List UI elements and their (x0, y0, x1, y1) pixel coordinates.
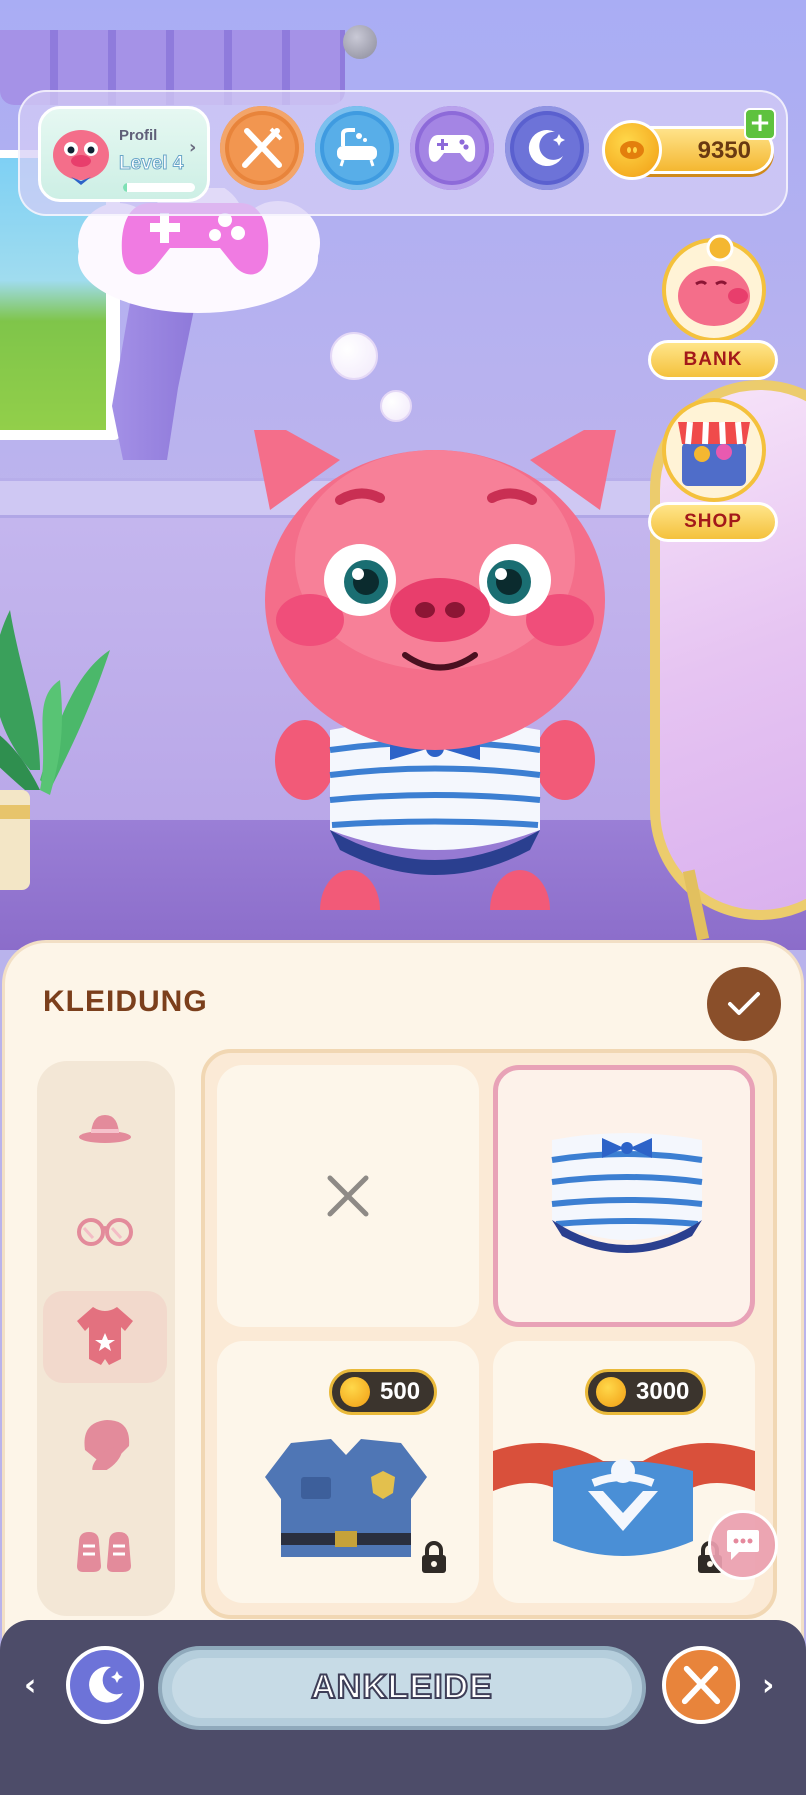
bathtub-icon (337, 128, 377, 167)
sailor-outfit-icon (551, 1133, 703, 1253)
category-sidebar (37, 1061, 175, 1616)
price-tag: 500 (329, 1369, 438, 1415)
onesie-icon (77, 1307, 133, 1365)
category-shoes[interactable] (43, 1505, 167, 1597)
piggy-bank-icon (662, 234, 766, 340)
item-police-outfit[interactable]: 500 (217, 1341, 479, 1603)
moon-icon (528, 130, 565, 167)
category-hats[interactable] (43, 1081, 167, 1173)
need-sleep[interactable] (505, 106, 589, 190)
bank-label: BANK (648, 340, 778, 380)
item-sailor-outfit[interactable] (493, 1065, 755, 1327)
price-value: 500 (380, 1378, 421, 1405)
chevron-right-icon[interactable]: › (762, 1668, 774, 1703)
price-tag: 3000 (585, 1369, 707, 1415)
profile-button[interactable]: Profil › Level 4 (38, 106, 210, 202)
bank-button[interactable]: BANK (648, 230, 778, 380)
thought-dot-small (380, 390, 412, 422)
hat-icon (79, 1115, 131, 1143)
wardrobe-panel: KLEIDUNG 500 3000 (2, 940, 804, 1640)
feedback-button[interactable] (708, 1510, 778, 1580)
moon-icon (89, 1666, 123, 1703)
need-bath[interactable] (315, 106, 399, 190)
shop-button[interactable]: SHOP (648, 392, 778, 542)
add-coins-button[interactable]: + (744, 108, 776, 140)
price-value: 3000 (636, 1378, 690, 1405)
category-glasses[interactable] (43, 1185, 167, 1277)
coin-icon (340, 1377, 370, 1407)
category-caps[interactable] (43, 1397, 167, 1489)
pig-avatar-icon (53, 130, 109, 185)
top-hud: Profil › Level 4 9350 + (18, 90, 788, 216)
category-outfits[interactable] (43, 1291, 167, 1383)
xp-progress-bar (123, 183, 195, 192)
item-grid: 500 3000 (201, 1049, 777, 1619)
beanie-icon (84, 1420, 130, 1470)
coin-icon (602, 120, 662, 180)
glasses-icon (77, 1218, 133, 1246)
profile-level: Level 4 (118, 153, 184, 175)
coin-balance[interactable]: 9350 + (602, 108, 778, 180)
room-name-pill: ANKLEIDE (158, 1646, 646, 1730)
shoes-icon (77, 1532, 131, 1572)
confirm-button[interactable] (707, 967, 781, 1041)
profile-title: Profil (119, 127, 158, 144)
potted-plant (0, 610, 110, 890)
bottom-nav: ‹ ANKLEIDE › (0, 1620, 806, 1795)
shop-stall-icon (662, 398, 766, 502)
police-outfit-icon (265, 1439, 427, 1557)
checkmark-icon (728, 992, 760, 1015)
panel-title: KLEIDUNG (43, 985, 208, 1018)
chevron-right-icon: › (189, 137, 197, 158)
need-play[interactable] (410, 106, 494, 190)
pig-character[interactable] (230, 430, 640, 910)
chat-bubble-icon (727, 1530, 759, 1560)
fork-knife-icon (681, 1665, 721, 1705)
room-name: ANKLEIDE (310, 1667, 493, 1707)
gamepad-icon (428, 135, 476, 162)
chevron-left-icon[interactable]: ‹ (24, 1668, 36, 1703)
need-food[interactable] (220, 106, 304, 190)
next-room-button[interactable] (662, 1646, 740, 1724)
shop-label: SHOP (648, 502, 778, 542)
coin-icon (596, 1377, 626, 1407)
lock-icon (422, 1541, 446, 1573)
curtain-rod-finial (343, 25, 377, 59)
close-icon (327, 1175, 369, 1217)
fork-knife-icon (242, 127, 283, 168)
prev-room-button[interactable] (66, 1646, 144, 1724)
item-none[interactable] (217, 1065, 479, 1327)
thought-dot-large (330, 332, 378, 380)
